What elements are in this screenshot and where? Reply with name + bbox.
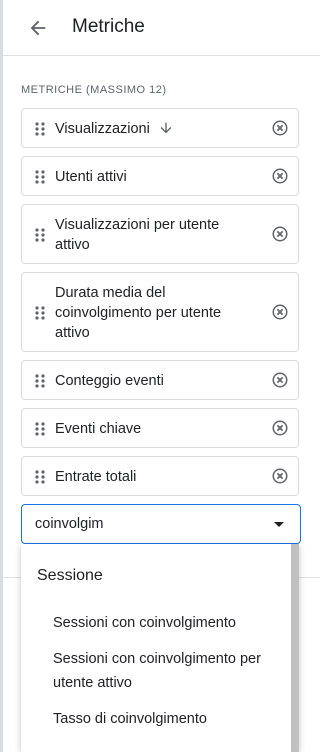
remove-circle-icon[interactable]: [271, 119, 289, 137]
metric-item-utenti-attivi[interactable]: Utenti attivi: [21, 156, 299, 196]
remove-circle-icon[interactable]: [271, 225, 289, 243]
dropdown-arrow-icon[interactable]: [274, 522, 284, 527]
metric-search-combobox[interactable]: [21, 504, 301, 544]
metric-label: Eventi chiave: [55, 421, 142, 437]
dropdown-option[interactable]: Tasso di coinvolgimento: [53, 707, 273, 731]
left-rail: [0, 0, 3, 752]
metric-label: Utenti attivi: [55, 169, 127, 185]
remove-circle-icon[interactable]: [271, 467, 289, 485]
divider: [3, 577, 21, 578]
metric-item-conteggio-eventi[interactable]: Conteggio eventi: [21, 360, 299, 400]
arrow-back-icon[interactable]: [27, 17, 49, 39]
drag-handle-icon[interactable]: [34, 228, 46, 242]
metric-label: Entrate totali: [55, 469, 137, 485]
metric-item-entrate-totali[interactable]: Entrate totali: [21, 456, 299, 496]
remove-circle-icon[interactable]: [271, 419, 289, 437]
dropdown-scrollbar[interactable]: [291, 544, 299, 752]
section-label: METRICHE (MASSIMO 12): [21, 84, 167, 96]
drag-handle-icon[interactable]: [34, 422, 46, 436]
metric-suggestions-dropdown: Sessione Sessioni con coinvolgimento Ses…: [21, 544, 299, 752]
metric-label: Visualizzazioni per utente attivo: [55, 217, 220, 253]
drag-handle-icon[interactable]: [34, 122, 46, 136]
remove-circle-icon[interactable]: [271, 167, 289, 185]
metric-item-durata-media[interactable]: Durata media del coinvolgimento per uten…: [21, 272, 299, 352]
drag-handle-icon[interactable]: [34, 170, 46, 184]
metric-label: Conteggio eventi: [55, 373, 164, 389]
drag-handle-icon[interactable]: [34, 374, 46, 388]
dropdown-option[interactable]: Sessioni con coinvolgimento: [53, 611, 273, 635]
page-title: Metriche: [72, 16, 145, 37]
drag-handle-icon[interactable]: [34, 306, 46, 320]
panel-header: Metriche: [3, 0, 320, 56]
divider: [299, 577, 320, 578]
metric-item-visualizzazioni[interactable]: Visualizzazioni: [21, 108, 299, 148]
metric-item-visualizzazioni-per-utente[interactable]: Visualizzazioni per utente attivo: [21, 204, 299, 264]
remove-circle-icon[interactable]: [271, 303, 289, 321]
metric-search-input[interactable]: [35, 514, 255, 534]
dropdown-option[interactable]: Sessioni con coinvolgimento per utente a…: [53, 647, 273, 695]
dropdown-group-header: Sessione: [37, 567, 103, 584]
metric-item-eventi-chiave[interactable]: Eventi chiave: [21, 408, 299, 448]
metric-label: Visualizzazioni: [55, 121, 150, 137]
remove-circle-icon[interactable]: [271, 371, 289, 389]
drag-handle-icon[interactable]: [34, 470, 46, 484]
arrow-downward-icon[interactable]: [158, 120, 174, 136]
metric-label: Durata media del coinvolgimento per uten…: [55, 285, 222, 341]
